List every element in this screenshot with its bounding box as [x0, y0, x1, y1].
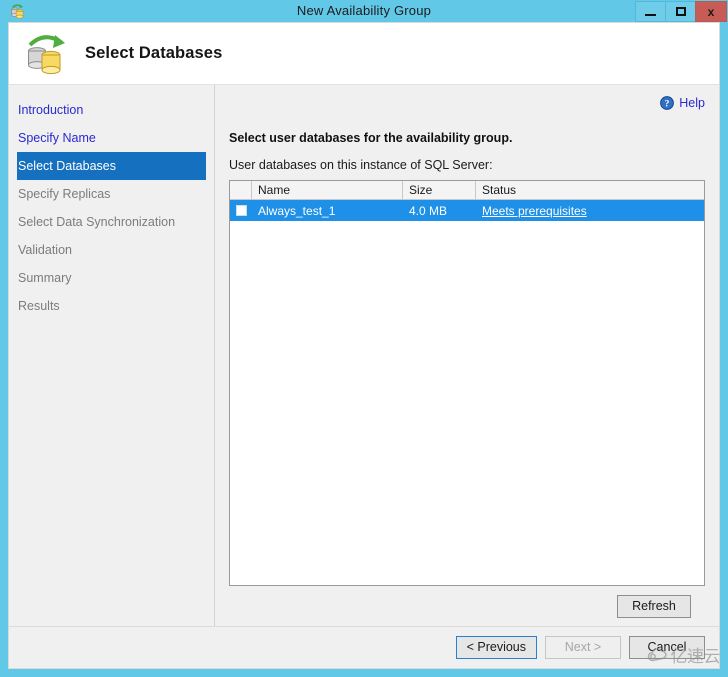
row-size: 4.0 MB [409, 203, 448, 218]
content-subheading: User databases on this instance of SQL S… [229, 158, 493, 172]
wizard-sidebar: Introduction Specify Name Select Databas… [9, 85, 215, 626]
maximize-icon [675, 7, 686, 16]
content-heading: Select user databases for the availabili… [229, 131, 513, 145]
sidebar-item-introduction[interactable]: Introduction [9, 96, 214, 124]
sidebar-item-validation: Validation [18, 243, 72, 257]
sidebar-item-specify-replicas: Specify Replicas [18, 187, 111, 201]
dialog-window: New Availability Group x Select Database… [0, 0, 728, 677]
grid-body: Always_test_1 4.0 MB Meets prerequisites [230, 200, 704, 585]
cancel-button[interactable]: Cancel [629, 636, 705, 659]
database-sync-icon [21, 29, 73, 79]
column-header-size[interactable]: Size [403, 181, 476, 199]
sidebar-item-select-databases[interactable]: Select Databases [17, 152, 206, 180]
column-header-name[interactable]: Name [252, 181, 403, 199]
page-banner: Select Databases [9, 23, 719, 85]
row-checkbox[interactable] [235, 205, 247, 216]
next-button: Next > [545, 636, 621, 659]
title-bar[interactable]: New Availability Group x [0, 0, 728, 22]
availability-group-icon [9, 3, 26, 20]
grid-header-row: Name Size Status [230, 181, 704, 200]
minimize-button[interactable] [635, 1, 665, 22]
close-button[interactable]: x [695, 1, 727, 22]
table-row[interactable]: Always_test_1 4.0 MB Meets prerequisites [230, 200, 704, 221]
sidebar-item-specify-name[interactable]: Specify Name [9, 124, 214, 152]
column-header-select[interactable] [230, 181, 252, 199]
help-circle-icon: ? [660, 96, 675, 110]
dialog-body: Select Databases Introduction Specify Na… [8, 22, 720, 669]
window-title: New Availability Group [296, 3, 432, 18]
content-pane: ? Help Select user databases for the ava… [215, 85, 719, 626]
dialog-footer: < Previous Next > Cancel [9, 626, 719, 668]
help-link[interactable]: ? Help [660, 96, 705, 110]
refresh-row: Refresh [229, 586, 705, 626]
row-checkbox-cell[interactable] [230, 205, 252, 216]
maximize-button[interactable] [665, 1, 695, 22]
row-name: Always_test_1 [258, 203, 336, 218]
window-controls: x [635, 1, 727, 22]
databases-grid[interactable]: Name Size Status Always_test_1 4.0 MB Me… [229, 180, 705, 586]
previous-button[interactable]: < Previous [455, 636, 537, 659]
sidebar-item-select-data-synchronization: Select Data Synchronization [18, 215, 176, 229]
help-label: Help [679, 96, 705, 110]
svg-text:?: ? [665, 99, 670, 109]
sidebar-item-results: Results [18, 299, 60, 313]
row-status-link[interactable]: Meets prerequisites [476, 201, 704, 221]
minimize-icon [645, 13, 656, 16]
middle-region: Introduction Specify Name Select Databas… [9, 85, 719, 626]
page-title: Select Databases [85, 44, 223, 62]
column-header-status[interactable]: Status [476, 181, 704, 199]
sidebar-item-summary: Summary [18, 271, 72, 285]
refresh-button[interactable]: Refresh [617, 594, 691, 618]
